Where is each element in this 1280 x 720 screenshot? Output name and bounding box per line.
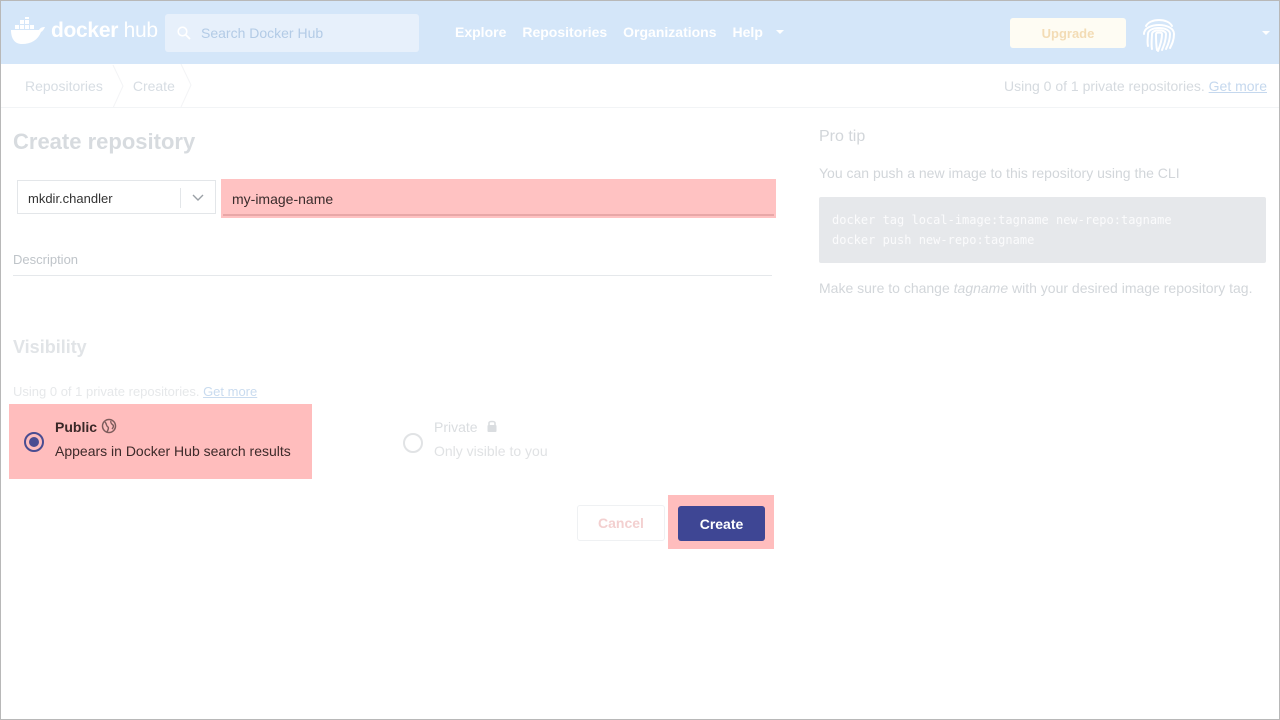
window-frame <box>0 0 1280 720</box>
namespace-value: mkdir.chandler <box>28 191 113 206</box>
repo-name-underline <box>223 214 774 216</box>
code-line: docker tag local-image:tagname new-repo:… <box>832 213 1172 227</box>
description-field-label[interactable]: Description <box>13 252 78 267</box>
fingerprint-avatar-icon[interactable] <box>1138 12 1180 54</box>
description-field-underline <box>13 275 772 276</box>
docker-hub-logo[interactable]: docker hub <box>9 15 158 47</box>
private-repo-usage: Using 0 of 1 private repositories. Get m… <box>1003 78 1267 94</box>
get-more-link[interactable]: Get more <box>1209 78 1267 94</box>
chevron-down-icon <box>192 194 204 201</box>
upgrade-button[interactable]: Upgrade <box>1010 18 1126 48</box>
private-radio[interactable] <box>403 433 423 453</box>
search-input[interactable] <box>201 25 401 41</box>
page-title: Create repository <box>13 129 196 154</box>
radio-selected-dot <box>29 437 39 447</box>
public-radio[interactable] <box>24 432 44 452</box>
pro-tip-text: You can push a new image to this reposit… <box>819 165 1180 181</box>
breadcrumb-repositories[interactable]: Repositories <box>25 78 103 94</box>
public-option-label[interactable]: Public <box>55 419 97 435</box>
pro-tip-note: Make sure to change tagname with your de… <box>819 280 1253 296</box>
public-option-highlight <box>9 404 312 479</box>
select-divider <box>180 188 181 208</box>
sub-header: Repositories Create Using 0 of 1 private… <box>1 64 1279 108</box>
logo-text: docker hub <box>51 19 158 42</box>
nav-repositories[interactable]: Repositories <box>522 24 607 40</box>
private-option-label[interactable]: Private <box>434 419 478 435</box>
lock-icon <box>487 420 497 432</box>
repo-name-input[interactable] <box>232 188 762 210</box>
nav-organizations[interactable]: Organizations <box>623 24 716 40</box>
visibility-usage: Using 0 of 1 private repositories. Get m… <box>13 384 258 399</box>
cli-code-block: docker tag local-image:tagname new-repo:… <box>819 197 1266 263</box>
search-icon <box>177 26 191 40</box>
globe-icon <box>101 418 117 434</box>
chevron-down-icon[interactable] <box>775 27 785 37</box>
visibility-get-more-link[interactable]: Get more <box>203 384 257 399</box>
account-chevron-down-icon[interactable] <box>1261 28 1271 38</box>
breadcrumb-end-separator-icon <box>180 64 192 107</box>
public-option-description: Appears in Docker Hub search results <box>55 443 291 459</box>
top-nav: docker hub Explore Repositories Organiza… <box>1 1 1279 64</box>
create-button[interactable]: Create <box>678 506 765 541</box>
breadcrumb: Repositories Create <box>25 64 175 108</box>
main-nav: Explore Repositories Organizations Help <box>455 24 785 40</box>
tagname-emphasis: tagname <box>953 280 1009 296</box>
pro-tip-heading: Pro tip <box>819 128 866 145</box>
search-box[interactable] <box>165 14 419 52</box>
nav-explore[interactable]: Explore <box>455 24 506 40</box>
namespace-select[interactable]: mkdir.chandler <box>17 180 216 214</box>
breadcrumb-separator-icon <box>112 64 124 108</box>
nav-help[interactable]: Help <box>733 24 763 40</box>
breadcrumb-create: Create <box>132 78 175 94</box>
private-option-description: Only visible to you <box>434 443 548 459</box>
visibility-heading: Visibility <box>13 337 87 357</box>
docker-whale-icon <box>11 17 45 44</box>
code-line: docker push new-repo:tagname <box>832 233 1035 247</box>
cancel-button[interactable]: Cancel <box>577 505 665 541</box>
